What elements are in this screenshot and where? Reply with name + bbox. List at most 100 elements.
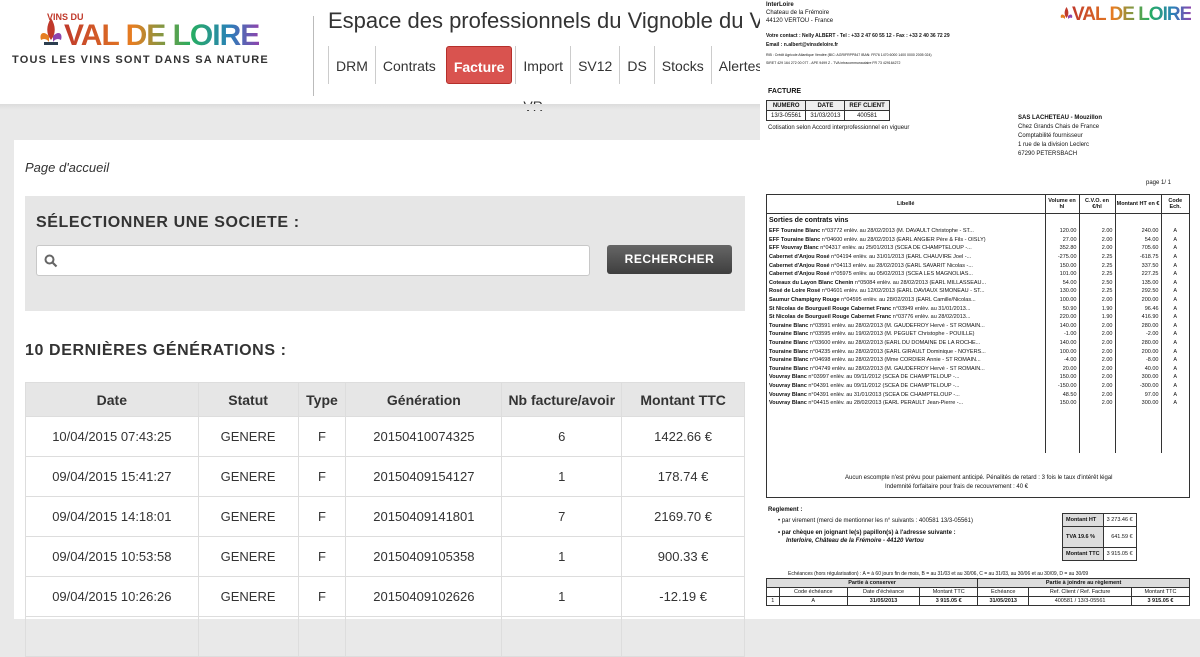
line-volume: -4.00 [1044,355,1079,365]
sched-header: Montant TTC [919,587,979,597]
line-volume: 100.00 [1044,347,1079,356]
line-label: St Nicolas de Bourgueil Rouge Cabernet F… [769,314,971,321]
company-search-input[interactable] [36,245,590,276]
sched-cell: 3 915.05 € [1130,596,1191,606]
contact-line: Votre contact : Nelly ALBERT - Tel : +33… [766,33,950,39]
line-cvo: 1.90 [1078,304,1115,313]
line-header: Libellé [767,195,1045,214]
nav-facture[interactable]: Facture [445,46,513,84]
ref-value: 400581 [844,110,890,121]
line-volume: 150.00 [1044,373,1079,382]
nav-sv12[interactable]: SV12 [570,46,619,84]
cell-nb-facture: 7 [501,496,623,537]
cell-date: 09/04/2015 10:53:58 [25,536,199,577]
line-amount: 97.00 [1114,390,1161,399]
section-title: Sorties de contrats vins [769,217,849,224]
line-volume: 140.00 [1044,338,1079,348]
total-label: Montant HT [1062,513,1104,527]
total-label: Montant TTC [1062,547,1104,561]
ref-header: DATE [805,100,846,111]
table-row[interactable]: 09/04/2015 14:18:01 GENERE F 20150409141801… [25,496,745,537]
nav-ds[interactable]: DS [619,46,653,84]
table-row[interactable] [25,616,745,657]
nav-drm[interactable]: DRM [328,46,375,84]
invoice-line: Cabernet d'Anjou Rosé n°05975 enlèv. au … [767,269,1189,279]
invoice-line: St Nicolas de Bourgueil Rouge Cabernet F… [767,312,1189,322]
line-cvo: 2.00 [1078,347,1115,356]
line-header: Montant HT en € [1114,195,1161,214]
cell-date [25,616,199,657]
line-amount: 200.00 [1114,347,1161,356]
line-cvo: 2.00 [1078,295,1115,305]
line-label: Touraine Blanc n°03600 enlèv. au 28/02/2… [769,340,981,347]
table-row[interactable]: 09/04/2015 10:26:26 GENERE F 20150409102626… [25,576,745,617]
line-amount: 96.46 [1114,304,1161,313]
table-row[interactable]: 09/04/2015 15:41:27 GENERE F 20150409154127… [25,456,745,497]
generations-table: Date Statut Type Génération Nb facture/a… [25,382,745,657]
nav-stocks[interactable]: Stocks [653,46,711,84]
nav-contrats[interactable]: Contrats [374,46,443,84]
client-line: 1 rue de la division Leclerc [1018,142,1090,148]
line-cvo: 1.90 [1078,312,1115,322]
line-label: Rosé de Loire Rosé n°04601 enlèv. au 12/… [769,288,985,295]
col-generation[interactable]: Génération [345,382,503,417]
invoice-title: FACTURE [768,88,802,95]
line-cvo: 2.25 [1078,269,1115,279]
main-nav: DRM Contrats Facture Import VR SV12 DS S… [328,46,769,114]
header-divider [313,16,314,96]
cell-statut: GENERE [197,496,299,537]
invoice-line: Vouvray Blanc n°03997 enlèv. au 09/11/20… [767,373,1189,382]
table-row[interactable]: 10/04/2015 07:43:25 GENERE F 20150410074325… [25,416,745,457]
cell-nb-facture: 1 [501,536,623,577]
footnote: Indemnité forfaitaire pour frais de reco… [885,484,1029,490]
sched-header: Montant TTC [1130,587,1191,597]
col-statut[interactable]: Statut [197,382,299,417]
table-row[interactable]: 09/04/2015 10:53:58 GENERE F 20150409105358… [25,536,745,577]
line-code: A [1160,390,1189,399]
sched-right-title: Partie à joindre au règlement [977,578,1190,588]
line-amount: 280.00 [1114,321,1161,331]
line-code: A [1160,227,1189,236]
line-label: EFF Vouvray Blanc n°04317 enlèv. au 25/0… [769,245,972,252]
invoice-ref-table: NUMERO DATE REF CLIENT 13/3-05561 31/03/… [765,100,890,121]
cell-montant-ttc: 2169.70 € [621,496,745,537]
sched-cell: 1 [766,596,780,606]
col-type[interactable]: Type [297,382,347,417]
invoice-line: Vouvray Blanc n°04415 enlèv. au 28/02/20… [767,398,1189,408]
sender-line: 44120 VERTOU - France [766,18,834,24]
line-code: A [1160,398,1189,408]
search-button[interactable]: RECHERCHER [607,245,732,274]
invoice-line: Rosé de Loire Rosé n°04601 enlèv. au 12/… [767,287,1189,296]
cell-type: F [297,576,347,617]
invoice-line: Vouvray Blanc n°04391 enlèv. au 31/01/20… [767,390,1189,399]
client-line: 67290 PETERSBACH [1018,151,1078,157]
line-cvo: 2.50 [1078,278,1115,288]
val-de-loire-logo[interactable]: VINS DU VAL DE LOIRE TOUS LES VINS SONT … [12,12,302,72]
schedule-table: Partie à conserver Partie à joindre au r… [765,578,1191,606]
line-volume: 20.00 [1044,364,1079,374]
cell-montant-ttc: -12.19 € [621,576,745,617]
col-date[interactable]: Date [25,382,199,417]
cell-date: 09/04/2015 15:41:27 [25,456,199,497]
virement-text: par virement (merci de mentionner les n°… [781,518,973,524]
line-code: A [1160,312,1189,322]
line-amount: -300.00 [1114,381,1161,391]
breadcrumb[interactable]: Page d'accueil [25,160,109,175]
nav-import-vr[interactable]: Import VR [515,46,570,114]
line-cvo: 2.00 [1078,227,1115,236]
line-volume: 140.00 [1044,321,1079,331]
invoice-line: Cabernet d'Anjou Rosé n°04113 enlèv. au … [767,261,1189,270]
col-montant-ttc[interactable]: Montant TTC [621,382,745,417]
line-cvo: 2.00 [1078,381,1115,391]
reglement-virement: • par virement (merci de mentionner les … [778,518,973,524]
line-label: EFF Touraine Blanc n°04600 enlèv. au 28/… [769,236,986,243]
line-cvo: 2.25 [1078,261,1115,270]
cell-statut: GENERE [197,576,299,617]
sched-cell: 31/05/2013 [846,596,921,606]
col-nb-facture[interactable]: Nb facture/avoir [501,382,623,417]
cell-nb-facture: 1 [501,456,623,497]
line-label: Touraine Blanc n°04235 enlèv. au 28/02/2… [769,348,986,355]
sched-header: Ref. Client / Ref. Facture [1028,587,1132,597]
invoice-line: Saumur Champigny Rouge n°04595 enlèv. au… [767,295,1189,305]
cell-generation: 20150410074325 [345,416,503,457]
